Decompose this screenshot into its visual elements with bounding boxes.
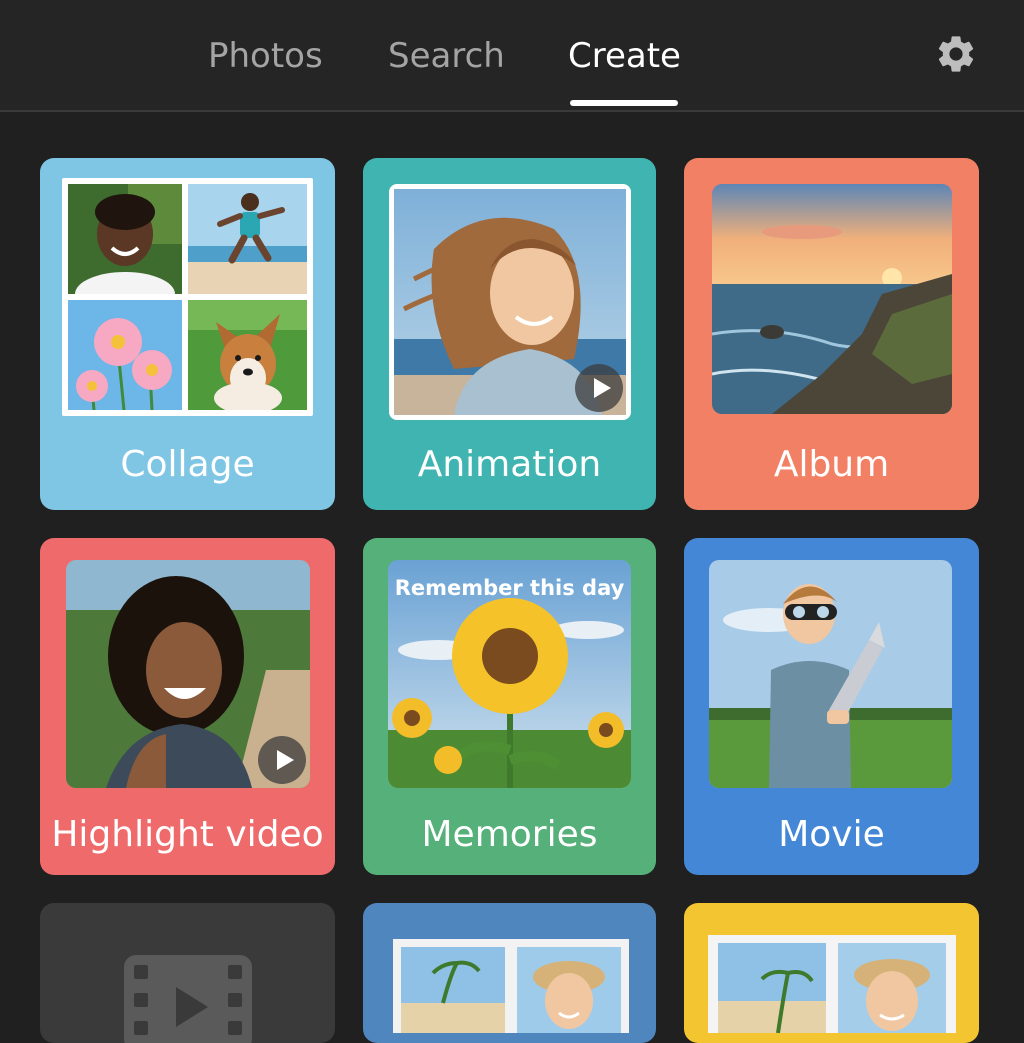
play-icon: [258, 736, 306, 784]
film-card[interactable]: [40, 903, 335, 1043]
memories-card[interactable]: Remember this day Memories: [363, 538, 656, 875]
memories-thumbnail: Remember this day: [388, 560, 631, 788]
film-play-icon: [124, 955, 252, 1043]
animation-card[interactable]: Animation: [363, 158, 656, 510]
collage-photo-beach: [188, 184, 307, 294]
tab-search[interactable]: Search: [388, 36, 505, 76]
album-thumbnail: [712, 184, 952, 414]
memories-overlay-text: Remember this day: [394, 576, 625, 600]
photo-book-card-2[interactable]: [684, 903, 979, 1043]
movie-thumbnail: [709, 560, 952, 788]
collage-photo-dog: [188, 300, 307, 410]
play-icon: [575, 364, 623, 412]
tab-create[interactable]: Create: [568, 36, 681, 76]
collage-photo-flowers: [68, 300, 182, 410]
photo-book-card-1[interactable]: [363, 903, 656, 1043]
movie-photo-boy: [709, 560, 952, 788]
highlight-video-label: Highlight video: [51, 814, 324, 855]
photo-book-image-1: [393, 939, 629, 1033]
gear-icon[interactable]: [934, 32, 978, 76]
highlight-video-thumbnail: [66, 560, 310, 788]
highlight-video-card[interactable]: Highlight video: [40, 538, 335, 875]
collage-photo-child: [68, 184, 182, 294]
memories-label: Memories: [421, 814, 598, 855]
photo-book-image-2: [708, 935, 956, 1033]
collage-thumbnail: [62, 178, 313, 416]
tab-photos[interactable]: Photos: [208, 36, 323, 76]
album-label: Album: [773, 444, 890, 485]
top-navigation-bar: Photos Search Create: [0, 0, 1024, 112]
movie-label: Movie: [778, 814, 885, 855]
animation-label: Animation: [417, 444, 602, 485]
collage-label: Collage: [120, 444, 255, 485]
album-photo-sunset: [712, 184, 952, 414]
active-tab-indicator: [570, 100, 678, 106]
animation-thumbnail: [389, 184, 631, 420]
album-card[interactable]: Album: [684, 158, 979, 510]
collage-card[interactable]: Collage: [40, 158, 335, 510]
movie-card[interactable]: Movie: [684, 538, 979, 875]
